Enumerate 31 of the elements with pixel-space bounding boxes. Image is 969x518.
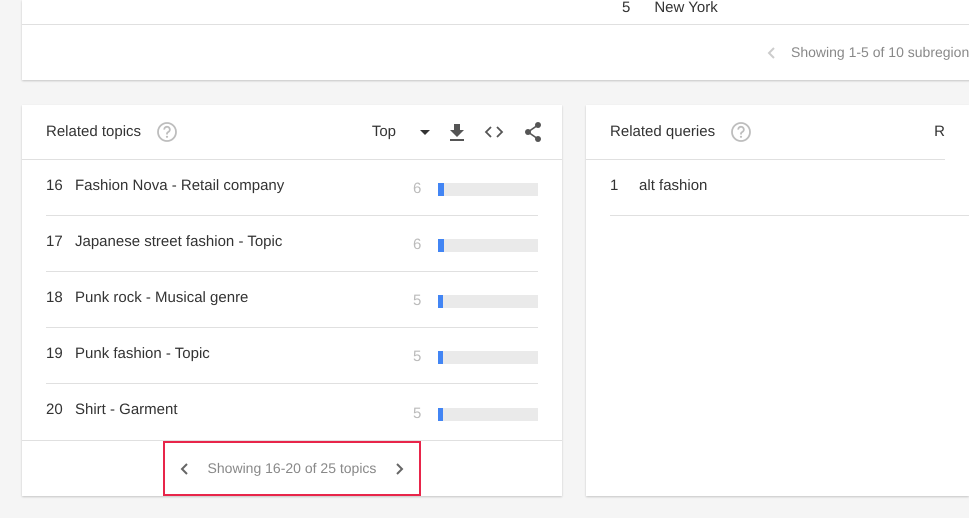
download-icon[interactable] — [450, 124, 464, 140]
rank-number: 19 — [46, 344, 64, 364]
chevron-right-icon[interactable] — [396, 462, 404, 474]
topic-name: Japanese street fashion - Topic — [75, 232, 284, 252]
rank-number: 1 — [610, 176, 620, 196]
value-text: 6 — [413, 179, 422, 200]
topic-name: Punk rock - Musical genre — [75, 288, 250, 308]
sort-dropdown[interactable]: Top — [372, 120, 430, 144]
topic-name: Punk fashion - Topic — [75, 344, 211, 364]
query-name: alt fashion — [639, 176, 708, 196]
topic-name: Fashion Nova - Retail company — [75, 176, 286, 196]
value-text: 6 — [413, 235, 422, 256]
rank-number: 20 — [46, 400, 64, 420]
caret-icon — [420, 130, 430, 134]
value-text: 5 — [413, 347, 422, 368]
region-name: New York — [654, 0, 718, 16]
topic-name: Shirt - Garment — [75, 400, 179, 420]
chevron-left-icon[interactable] — [180, 462, 188, 474]
rank-number: 17 — [46, 232, 64, 252]
pagination-text: Showing 1-5 of 10 subregion — [791, 43, 969, 62]
card-title: Related topics — [46, 122, 142, 142]
rank-number: 5 — [622, 0, 630, 16]
card-title: Related queries — [610, 122, 716, 142]
value-text: 5 — [413, 404, 422, 424]
rank-number: 16 — [46, 176, 64, 196]
value-text: 5 — [413, 291, 422, 312]
code-icon[interactable] — [484, 126, 504, 138]
pagination-text: Showing 16-20 of 25 topics — [208, 459, 376, 478]
share-icon[interactable] — [524, 122, 542, 142]
sort-dropdown[interactable]: R — [934, 120, 946, 144]
rank-number: 18 — [46, 288, 64, 308]
